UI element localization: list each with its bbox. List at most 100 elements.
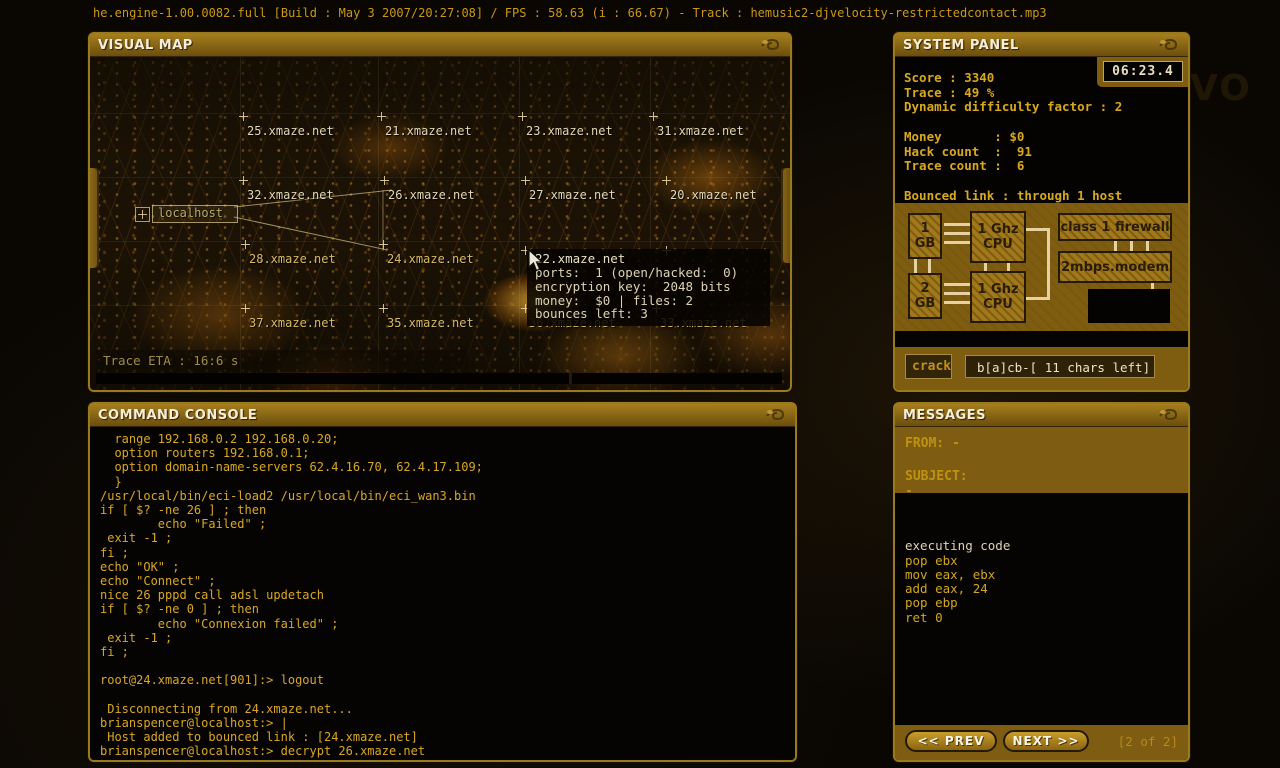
node-crosshair-icon — [377, 112, 386, 121]
subject-label: SUBJECT: — [905, 469, 1188, 484]
visual-map-canvas[interactable]: 25.xmaze.net 21.xmaze.net 23.xmaze.net 31.x… — [90, 57, 790, 390]
node-crosshair-icon — [521, 176, 530, 185]
localhost-node[interactable]: localhost — [152, 205, 238, 223]
node-crosshair-icon — [239, 112, 248, 121]
map-node-host[interactable]: 23.xmaze.net — [526, 124, 613, 138]
map-node-host[interactable]: 37.xmaze.net — [249, 316, 336, 330]
cpu-2-box: 1 Ghz CPU — [970, 271, 1026, 323]
visual-map-header: VISUAL MAP — [90, 34, 790, 57]
tooltip-details: ports: 1 (open/hacked: 0) encryption key… — [535, 266, 762, 321]
command-console-header: COMMAND CONSOLE — [90, 404, 795, 427]
hardware-wire — [914, 259, 917, 273]
from-label: FROM: — [905, 436, 944, 451]
localhost-label: localhost — [153, 206, 237, 221]
node-crosshair-icon — [380, 176, 389, 185]
command-console-panel: COMMAND CONSOLE range 192.168.0.2 192.16… — [88, 402, 797, 762]
hardware-wire — [944, 241, 970, 244]
messages-footer: << PREV NEXT >> [2 of 2] — [895, 725, 1188, 760]
node-crosshair-icon — [518, 112, 527, 121]
swirl-icon — [1157, 407, 1181, 423]
message-meta: FROM: - SUBJECT: - — [895, 427, 1188, 493]
hardware-wire — [928, 259, 931, 273]
panel-handle-right — [781, 168, 790, 263]
ram-1gb-box: 1 GB — [908, 213, 942, 259]
hardware-wire — [1026, 297, 1047, 300]
from-value: - — [952, 436, 960, 451]
ram-1gb-label: 1 GB — [915, 221, 936, 251]
node-crosshair-icon — [241, 304, 250, 313]
mouse-cursor — [528, 250, 546, 274]
host-tooltip: 22.xmaze.net ports: 1 (open/hacked: 0) e… — [527, 249, 770, 326]
map-node-host[interactable]: 32.xmaze.net — [247, 188, 334, 202]
trace-eta-readout: Trace ETA : 16:6 s — [96, 350, 468, 372]
modem-label: 2mbps.modem — [1061, 260, 1169, 275]
clock-readout: 06:23.4 — [1103, 61, 1183, 82]
background-logo-text: VO — [1190, 68, 1252, 109]
hardware-wire — [944, 232, 970, 235]
firewall-label: class 1 firewall — [1060, 220, 1169, 235]
command-console-title: COMMAND CONSOLE — [98, 408, 257, 423]
crack-progress-field[interactable]: b[a]cb-[ 11 chars left] — [965, 355, 1155, 378]
messages-panel: MESSAGES FROM: - SUBJECT: - executing co… — [893, 402, 1190, 762]
hardware-wire — [944, 292, 970, 295]
hardware-wire — [944, 301, 970, 304]
next-button[interactable]: NEXT >> — [1003, 730, 1089, 752]
message-content: executing code pop ebx mov eax, ebx add … — [895, 493, 1188, 725]
trace-progress-bar — [96, 373, 782, 384]
map-node-host[interactable]: 26.xmaze.net — [388, 188, 475, 202]
node-crosshair-icon — [379, 304, 388, 313]
ram-2gb-label: 2 GB — [915, 281, 936, 311]
display-box — [1088, 289, 1170, 323]
hardware-wire — [944, 223, 970, 226]
map-node-host[interactable]: 25.xmaze.net — [247, 124, 334, 138]
hardware-wire — [1130, 241, 1133, 251]
tooltip-host: 22.xmaze.net — [535, 252, 762, 266]
swirl-icon — [764, 407, 788, 423]
node-crosshair-icon — [379, 240, 388, 249]
map-node-host[interactable]: 20.xmaze.net — [670, 188, 757, 202]
map-node-host[interactable]: 28.xmaze.net — [249, 252, 336, 266]
visual-map-title: VISUAL MAP — [98, 38, 193, 53]
pager: [2 of 2] — [1118, 734, 1178, 749]
map-node-host[interactable]: 35.xmaze.net — [387, 316, 474, 330]
hardware-wire — [1007, 263, 1010, 271]
crack-button[interactable]: crack — [905, 354, 952, 379]
localhost-marker — [135, 207, 150, 222]
node-crosshair-icon — [241, 240, 250, 249]
node-crosshair-icon — [649, 112, 658, 121]
system-panel: SYSTEM PANEL Score : 3340 Trace : 49 % D… — [893, 32, 1190, 392]
game-screen: he.engine-1.00.0082.full [Build : May 3 … — [0, 0, 1280, 768]
prev-button[interactable]: << PREV — [905, 730, 997, 752]
engine-status-bar: he.engine-1.00.0082.full [Build : May 3 … — [93, 6, 1047, 20]
crack-row: crack b[a]cb-[ 11 chars left] — [895, 347, 1188, 390]
cpu-1-box: 1 Ghz CPU — [970, 211, 1026, 263]
message-from-row: FROM: - — [905, 436, 1188, 451]
message-code-lines: pop ebx mov eax, ebx add eax, 24 pop ebp… — [895, 554, 1188, 625]
console-text: range 192.168.0.2 192.168.0.20; option r… — [90, 427, 795, 759]
map-node-host[interactable]: 24.xmaze.net — [387, 252, 474, 266]
hardware-wire — [1146, 241, 1149, 251]
hardware-wire — [984, 263, 987, 271]
cpu-1-label: 1 Ghz CPU — [977, 222, 1018, 252]
system-panel-body: Score : 3340 Trace : 49 % Dynamic diffic… — [895, 57, 1188, 390]
hardware-diagram: 1 GB 1 Ghz CPU class 1 firewall 2 GB 1 G… — [895, 203, 1188, 331]
map-node-host[interactable]: 21.xmaze.net — [385, 124, 472, 138]
hardware-wire — [1026, 228, 1047, 231]
firewall-box: class 1 firewall — [1058, 213, 1172, 241]
clock-frame: 06:23.4 — [1097, 57, 1188, 87]
messages-title: MESSAGES — [903, 408, 986, 423]
exec-status-line: executing code — [895, 493, 1188, 554]
system-panel-header: SYSTEM PANEL — [895, 34, 1188, 57]
messages-header: MESSAGES — [895, 404, 1188, 427]
map-node-host[interactable]: 27.xmaze.net — [529, 188, 616, 202]
hardware-wire — [1114, 241, 1117, 251]
divider-strip — [895, 331, 1188, 347]
console-output[interactable]: range 192.168.0.2 192.168.0.20; option r… — [90, 427, 795, 760]
trace-progress-notch — [569, 373, 572, 384]
node-crosshair-icon — [239, 176, 248, 185]
visual-map-panel: VISUAL MAP 25.xmaze.net 21.xmaze.net 23.xm… — [88, 32, 792, 392]
swirl-icon — [1157, 37, 1181, 53]
hardware-wire — [1047, 228, 1050, 300]
ram-2gb-box: 2 GB — [908, 273, 942, 319]
map-node-host[interactable]: 31.xmaze.net — [657, 124, 744, 138]
